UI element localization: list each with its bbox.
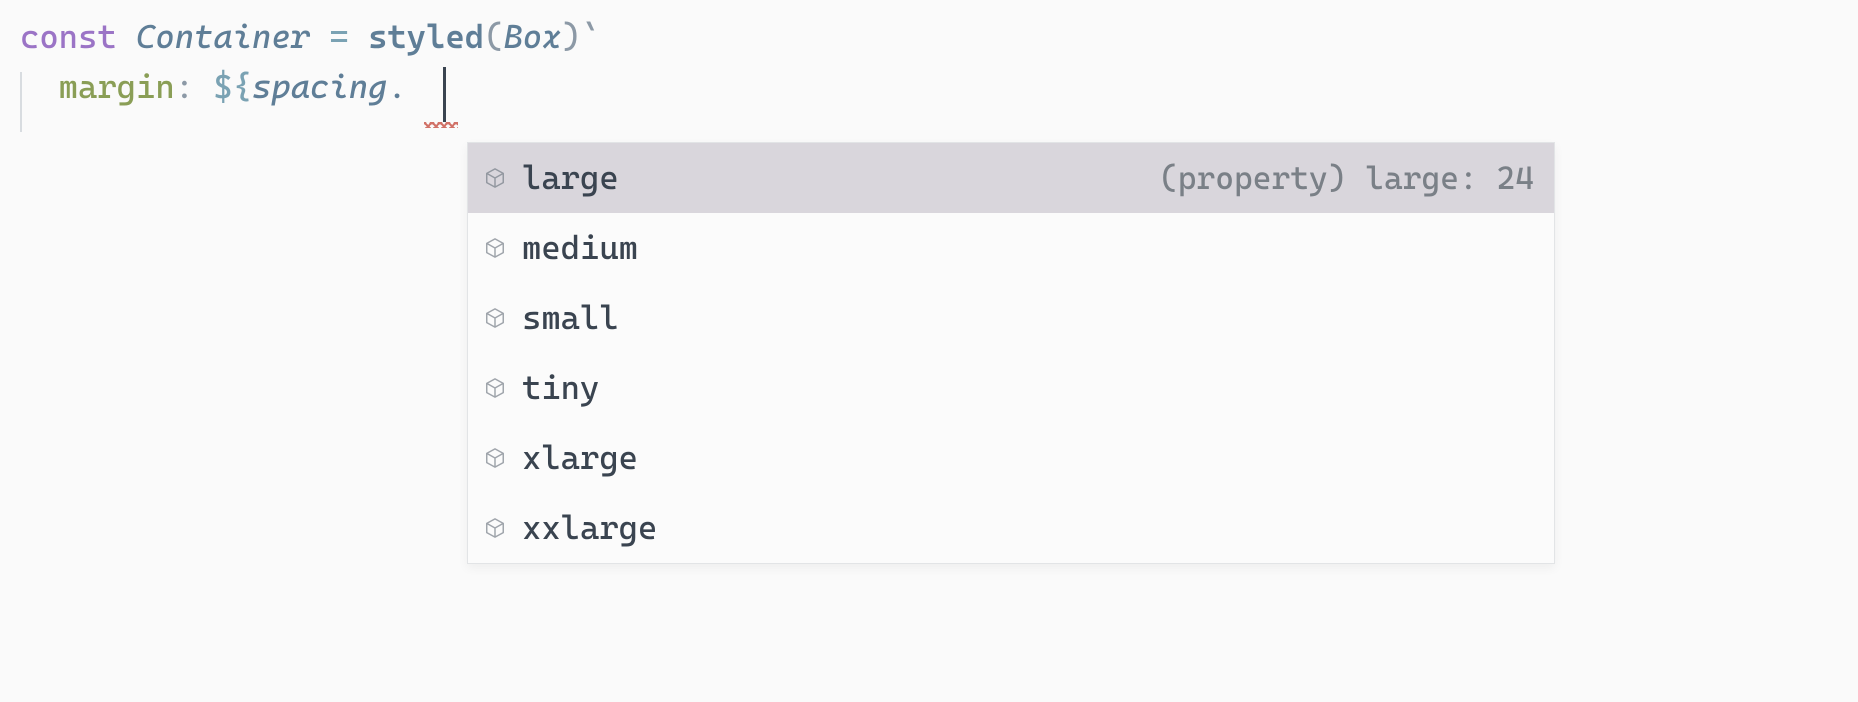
autocomplete-label: large: [522, 155, 619, 201]
autocomplete-item[interactable]: tiny: [468, 353, 1554, 423]
token-arg: Box: [503, 14, 561, 60]
error-squiggle: [424, 122, 458, 128]
autocomplete-item[interactable]: medium: [468, 213, 1554, 283]
token-keyword: const: [20, 14, 117, 60]
token-equals: =: [329, 14, 348, 60]
autocomplete-popup[interactable]: large (property) large: 24 medium small tiny…: [467, 142, 1555, 564]
autocomplete-label: small: [522, 295, 619, 341]
token-space: [194, 64, 213, 110]
property-icon: [482, 445, 508, 471]
token-space: [310, 14, 329, 60]
property-icon: [482, 165, 508, 191]
token-dot: .: [387, 64, 406, 110]
property-icon: [482, 235, 508, 261]
property-icon: [482, 305, 508, 331]
code-editor[interactable]: const Container = styled(Box)` margin: $…: [0, 12, 1858, 112]
token-func: styled: [368, 14, 484, 60]
token-space: [349, 14, 368, 60]
autocomplete-detail: (property) large: 24: [1159, 156, 1534, 201]
autocomplete-label: medium: [522, 225, 638, 271]
autocomplete-label: xlarge: [522, 435, 638, 481]
property-icon: [482, 515, 508, 541]
property-icon: [482, 375, 508, 401]
autocomplete-item[interactable]: xlarge: [468, 423, 1554, 493]
token-backtick: `: [581, 14, 600, 60]
token-indent: [20, 64, 59, 110]
token-ident: spacing: [252, 64, 387, 110]
token-lparen: (: [484, 14, 503, 60]
token-space: [117, 14, 136, 60]
autocomplete-item[interactable]: small: [468, 283, 1554, 353]
autocomplete-label: xxlarge: [522, 505, 657, 551]
code-line-2[interactable]: margin: ${spacing.: [20, 62, 1858, 112]
token-cssprop: margin: [59, 64, 175, 110]
autocomplete-item[interactable]: large (property) large: 24: [468, 143, 1554, 213]
text-cursor: [443, 67, 446, 122]
token-interp-open: ${: [213, 64, 252, 110]
token-rparen: ): [561, 14, 580, 60]
token-typename: Container: [136, 14, 310, 60]
token-colon: :: [175, 64, 194, 110]
code-line-1[interactable]: const Container = styled(Box)`: [20, 12, 1858, 62]
autocomplete-item[interactable]: xxlarge: [468, 493, 1554, 563]
autocomplete-label: tiny: [522, 365, 599, 411]
